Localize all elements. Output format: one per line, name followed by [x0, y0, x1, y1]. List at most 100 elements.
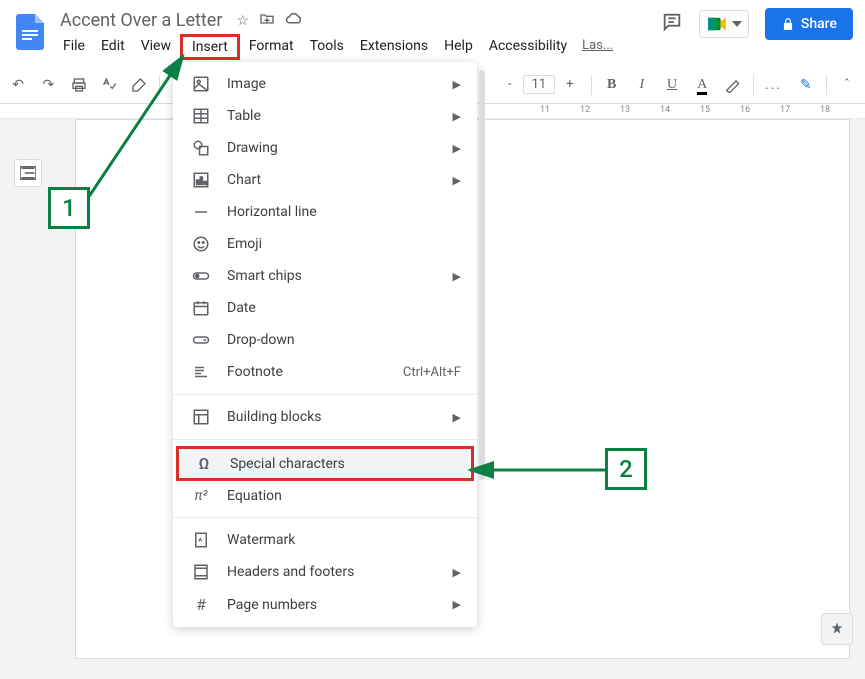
submenu-arrow-icon: ▶ [453, 566, 461, 579]
ruler-mark: 14 [660, 105, 670, 115]
highlight-button[interactable] [718, 71, 746, 99]
menu-item-page-numbers[interactable]: # Page numbers ▶ [173, 588, 477, 621]
bold-button[interactable]: B [598, 71, 626, 99]
submenu-arrow-icon: ▶ [453, 78, 461, 91]
underline-button[interactable]: U [658, 71, 686, 99]
emoji-icon [189, 235, 213, 253]
menu-item-horizontal-line[interactable]: Horizontal line [173, 196, 477, 228]
headers-footers-icon [189, 563, 213, 581]
more-button[interactable]: ... [759, 71, 787, 99]
last-edit[interactable]: Las... [576, 34, 619, 60]
ruler-mark: 15 [700, 105, 710, 115]
menu-item-building-blocks[interactable]: Building blocks ▶ [173, 401, 477, 433]
undo-icon[interactable]: ↶ [4, 71, 32, 99]
menu-item-table[interactable]: Table ▶ [173, 100, 477, 132]
page-numbers-icon: # [189, 595, 213, 614]
menu-file[interactable]: File [56, 34, 92, 60]
annotation-step-1: 1 [48, 187, 90, 229]
watermark-icon [189, 531, 213, 549]
menu-item-emoji[interactable]: Emoji [173, 228, 477, 260]
outline-toggle-icon[interactable] [14, 159, 42, 187]
menu-extensions[interactable]: Extensions [353, 34, 435, 60]
menu-label: Image [227, 76, 266, 92]
dropdown-scrollbar[interactable] [479, 70, 485, 480]
hide-menus-icon[interactable]: ˆ [833, 71, 861, 99]
shortcut-label: Ctrl+Alt+F [403, 365, 461, 380]
menu-label: Watermark [227, 532, 295, 548]
menu-item-equation[interactable]: π² Equation [173, 481, 477, 511]
size-plus[interactable]: + [561, 76, 578, 93]
menu-item-smart-chips[interactable]: Smart chips ▶ [173, 260, 477, 292]
menu-label: Headers and footers [227, 564, 354, 580]
cloud-status-icon[interactable] [285, 12, 303, 30]
menu-label: Date [227, 300, 256, 316]
menu-item-image[interactable]: Image ▶ [173, 68, 477, 100]
footnote-icon [189, 363, 213, 381]
menu-label: Footnote [227, 364, 283, 380]
submenu-arrow-icon: ▶ [453, 174, 461, 187]
redo-icon[interactable]: ↷ [34, 71, 62, 99]
dropdown-icon [189, 331, 213, 349]
menu-label: Equation [227, 488, 282, 504]
submenu-arrow-icon: ▶ [453, 598, 461, 611]
menu-item-footnote[interactable]: Footnote Ctrl+Alt+F [173, 356, 477, 388]
menu-label: Smart chips [227, 268, 302, 284]
smart-chips-icon [189, 267, 213, 285]
menu-label: Building blocks [227, 409, 322, 425]
editing-mode-icon[interactable]: ✎ [792, 71, 820, 99]
menu-item-headers-footers[interactable]: Headers and footers ▶ [173, 556, 477, 588]
size-minus[interactable]: - [503, 76, 517, 93]
menu-help[interactable]: Help [437, 34, 480, 60]
submenu-arrow-icon: ▶ [453, 110, 461, 123]
omega-icon: Ω [192, 454, 216, 473]
menu-separator [173, 439, 477, 440]
submenu-arrow-icon: ▶ [453, 270, 461, 283]
separator [591, 75, 592, 95]
italic-button[interactable]: I [628, 71, 656, 99]
menu-label: Horizontal line [227, 204, 317, 220]
menu-separator [173, 394, 477, 395]
menu-item-special-characters[interactable]: Ω Special characters [176, 446, 474, 481]
menu-separator [173, 517, 477, 518]
menu-item-dropdown[interactable]: Drop-down [173, 324, 477, 356]
explore-button[interactable] [821, 613, 853, 645]
star-icon[interactable]: ☆ [236, 13, 249, 29]
menu-item-date[interactable]: Date [173, 292, 477, 324]
annotation-step-2: 2 [605, 448, 647, 490]
menu-format[interactable]: Format [242, 34, 301, 60]
menu-label: Chart [227, 172, 261, 188]
font-size[interactable]: - 11 + [497, 73, 585, 96]
move-icon[interactable] [259, 11, 275, 31]
equation-icon: π² [189, 488, 213, 504]
text-color-button[interactable]: A [688, 71, 716, 99]
ruler-mark: 12 [580, 105, 590, 115]
share-label: Share [801, 16, 837, 32]
menu-label: Page numbers [227, 597, 317, 613]
menu-label: Drawing [227, 140, 278, 156]
insert-menu-dropdown: Image ▶ Table ▶ Drawing ▶ Chart ▶ Horizo… [173, 62, 477, 627]
doc-title[interactable]: Accent Over a Letter [56, 8, 226, 33]
submenu-arrow-icon: ▶ [453, 411, 461, 424]
ruler-mark: 16 [740, 105, 750, 115]
menu-label: Table [227, 108, 261, 124]
meet-button[interactable] [699, 10, 749, 38]
separator [753, 75, 754, 95]
date-icon [189, 299, 213, 317]
menu-tools[interactable]: Tools [303, 34, 351, 60]
menu-item-drawing[interactable]: Drawing ▶ [173, 132, 477, 164]
submenu-arrow-icon: ▶ [453, 142, 461, 155]
menu-accessibility[interactable]: Accessibility [482, 34, 574, 60]
ruler-mark: 13 [620, 105, 630, 115]
menu-item-watermark[interactable]: Watermark [173, 524, 477, 556]
size-value[interactable]: 11 [523, 75, 556, 94]
annotation-arrow-2 [465, 460, 610, 480]
ruler-mark: 17 [780, 105, 790, 115]
menu-label: Drop-down [227, 332, 295, 348]
comment-history-icon[interactable] [661, 11, 683, 37]
docs-logo[interactable] [12, 8, 48, 56]
menu-label: Special characters [230, 456, 345, 472]
share-button[interactable]: Share [765, 8, 853, 40]
ruler-mark: 18 [820, 105, 830, 115]
annotation-arrow-1 [88, 48, 198, 208]
menu-item-chart[interactable]: Chart ▶ [173, 164, 477, 196]
